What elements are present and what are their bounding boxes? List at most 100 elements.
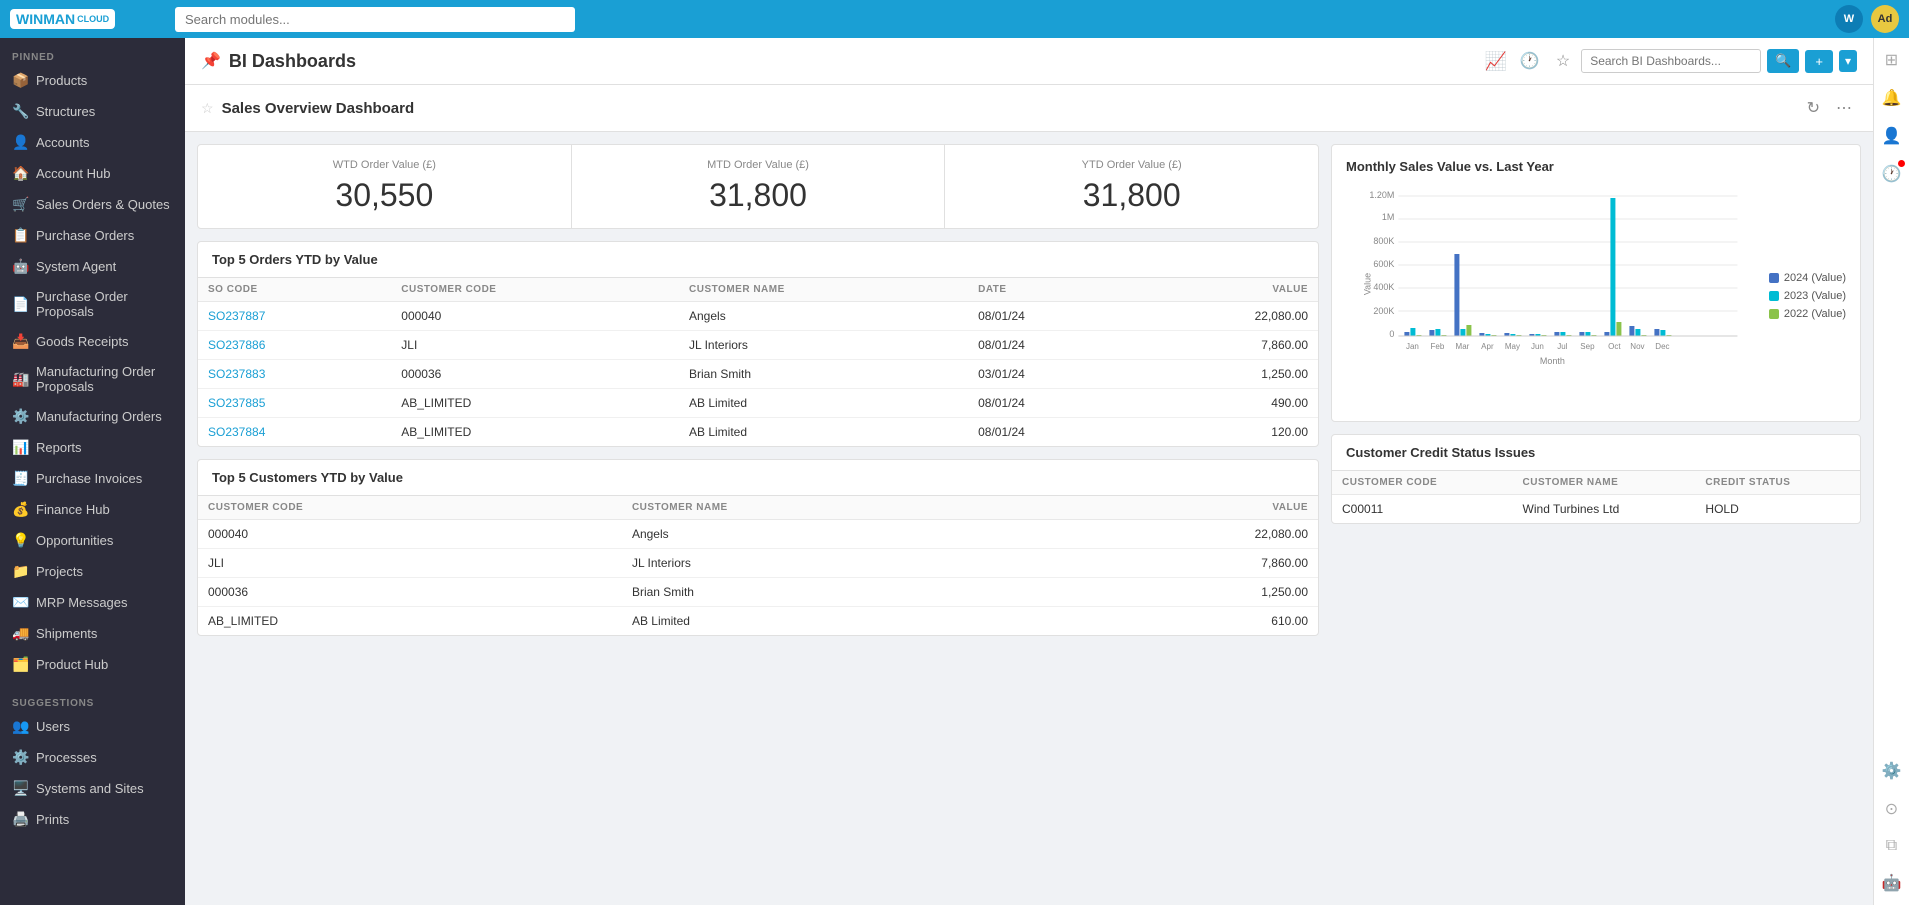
account-avatar[interactable]: Ad [1871,5,1899,33]
sidebar-item-sales-orders[interactable]: 🛒 Sales Orders & Quotes [0,189,185,220]
table-cell: 22,080.00 [1135,302,1318,331]
add-button[interactable]: + [1805,50,1833,73]
page-title: BI Dashboards [229,51,1477,72]
table-cell: JLI [391,331,679,360]
sidebar-item-accounts[interactable]: 👤 Accounts [0,127,185,158]
top5-customers-table: CUSTOMER CODE CUSTOMER NAME VALUE 000040… [198,496,1318,635]
system-agent-icon: 🤖 [12,258,28,275]
kpi-ytd-label: YTD Order Value (£) [961,159,1302,171]
products-icon: 📦 [12,72,28,89]
sidebar-item-po-proposals[interactable]: 📄 Purchase Order Proposals [0,282,185,326]
table-cell: 7,860.00 [1048,549,1318,578]
sidebar-item-purchase-orders[interactable]: 📋 Purchase Orders [0,220,185,251]
sidebar-item-label: Systems and Sites [36,781,144,796]
right-sidebar: ⊞ 🔔 👤 🕐 ⚙️ ⊙ ⧉ 🤖 [1873,38,1909,905]
sidebar-icon-circle[interactable]: ⊙ [1881,795,1902,823]
sidebar-item-reports[interactable]: 📊 Reports [0,432,185,463]
sidebar-item-projects[interactable]: 📁 Projects [0,556,185,587]
table-cell: 000040 [198,520,622,549]
finance-hub-icon: 💰 [12,501,28,518]
account-hub-icon: 🏠 [12,165,28,182]
sidebar-icon-clock[interactable]: 🕐 [1878,160,1906,188]
table-cell: 7,860.00 [1135,331,1318,360]
sidebar-item-label: MRP Messages [36,595,128,610]
sidebar-item-structures[interactable]: 🔧 Structures [0,96,185,127]
sidebar-item-mfg-proposals[interactable]: 🏭 Manufacturing Order Proposals [0,357,185,401]
table-cell: 000036 [391,360,679,389]
sidebar-item-prints[interactable]: 🖨️ Prints [0,804,185,835]
search-button[interactable]: 🔍 [1767,49,1799,73]
sidebar-item-label: Sales Orders & Quotes [36,197,170,212]
sidebar-item-purchase-invoices[interactable]: 🧾 Purchase Invoices [0,463,185,494]
sidebar-item-mfg-orders[interactable]: ⚙️ Manufacturing Orders [0,401,185,432]
col-customer-name: CUSTOMER NAME [679,278,968,302]
sidebar-item-label: Structures [36,104,95,119]
sub-header: ☆ Sales Overview Dashboard ↻ ⋯ [185,85,1873,132]
sidebar-icon-bell[interactable]: 🔔 [1878,84,1906,112]
svg-text:600K: 600K [1373,259,1394,269]
col-cust-code: CUSTOMER CODE [198,496,622,520]
top5-orders-card: Top 5 Orders YTD by Value SO CODE CUSTOM… [197,241,1319,447]
svg-text:Value: Value [1362,273,1372,295]
sidebar-item-opportunities[interactable]: 💡 Opportunities [0,525,185,556]
credit-status-card: Customer Credit Status Issues CUSTOMER C… [1331,434,1861,524]
sidebar-icon-gear[interactable]: ⚙️ [1878,757,1906,785]
add-dropdown-button[interactable]: ▾ [1839,50,1857,72]
structures-icon: 🔧 [12,103,28,120]
module-search-input[interactable] [175,7,575,32]
sidebar-item-account-hub[interactable]: 🏠 Account Hub [0,158,185,189]
content-left: WTD Order Value (£) 30,550 MTD Order Val… [197,144,1319,893]
more-button[interactable]: ⋯ [1831,95,1857,121]
sidebar-item-product-hub[interactable]: 🗂️ Product Hub [0,649,185,680]
table-cell: SO237885 [198,389,391,418]
search-bar[interactable] [175,7,575,32]
table-cell: JL Interiors [622,549,1048,578]
sub-header-actions: ↻ ⋯ [1802,95,1857,121]
sidebar-item-systems-sites[interactable]: 🖥️ Systems and Sites [0,773,185,804]
sidebar-icon-robot[interactable]: 🤖 [1878,869,1906,897]
col-date: DATE [968,278,1135,302]
sidebar-icon-layers[interactable]: ⧉ [1882,833,1901,859]
sidebar-item-users[interactable]: 👥 Users [0,711,185,742]
col-customer-code: CUSTOMER CODE [391,278,679,302]
col-cc-code: CUSTOMER CODE [1332,471,1513,495]
refresh-button[interactable]: ↻ [1802,95,1825,121]
chart-icon: 📈 [1485,51,1507,72]
shipments-icon: 🚚 [12,625,28,642]
topbar-right: W Ad [1835,5,1899,33]
kpi-mtd-label: MTD Order Value (£) [588,159,929,171]
svg-text:200K: 200K [1373,306,1394,316]
svg-text:Dec: Dec [1655,342,1669,351]
sidebar-item-goods-receipts[interactable]: 📥 Goods Receipts [0,326,185,357]
top5-customers-card: Top 5 Customers YTD by Value CUSTOMER CO… [197,459,1319,636]
sidebar-item-shipments[interactable]: 🚚 Shipments [0,618,185,649]
sidebar-icon-user[interactable]: 👤 [1878,122,1906,150]
bi-search-input[interactable] [1581,49,1761,73]
favorite-button[interactable]: ☆ [1551,48,1575,74]
sidebar-item-label: Account Hub [36,166,110,181]
user-avatar[interactable]: W [1835,5,1863,33]
history-button[interactable]: 🕐 [1515,48,1545,74]
sidebar-icon-grid[interactable]: ⊞ [1881,46,1902,74]
sidebar-item-system-agent[interactable]: 🤖 System Agent [0,251,185,282]
table-cell: JL Interiors [679,331,968,360]
kpi-mtd-value: 31,800 [588,177,929,214]
kpi-wtd-value: 30,550 [214,177,555,214]
table-cell: 22,080.00 [1048,520,1318,549]
sub-header-title: Sales Overview Dashboard [222,100,415,117]
sidebar-item-mrp-messages[interactable]: ✉️ MRP Messages [0,587,185,618]
mrp-messages-icon: ✉️ [12,594,28,611]
col-cc-status: CREDIT STATUS [1695,471,1860,495]
sidebar-item-processes[interactable]: ⚙️ Processes [0,742,185,773]
sidebar-item-label: Purchase Orders [36,228,134,243]
mfg-proposals-icon: 🏭 [12,371,28,388]
sidebar-item-label: Finance Hub [36,502,110,517]
sidebar-item-label: Processes [36,750,97,765]
sidebar-item-products[interactable]: 📦 Products [0,65,185,96]
sidebar-item-finance-hub[interactable]: 💰 Finance Hub [0,494,185,525]
sidebar-item-label: Projects [36,564,83,579]
table-cell: Angels [679,302,968,331]
svg-text:1M: 1M [1382,212,1395,222]
sidebar-item-label: Purchase Order Proposals [36,289,173,319]
logo-cloud-text: CLOUD [77,14,109,24]
